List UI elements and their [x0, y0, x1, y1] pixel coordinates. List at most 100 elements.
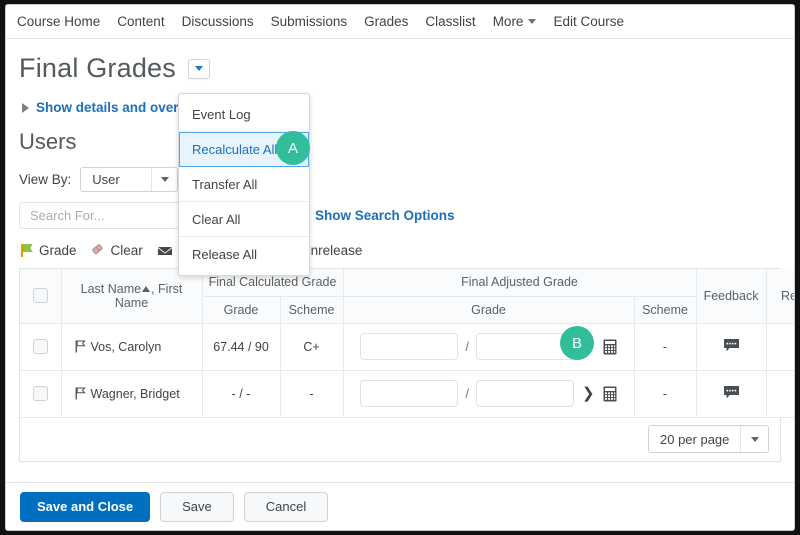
- footer-actions: Save and Close Save Cancel: [6, 482, 794, 530]
- page-title-row: Final Grades: [6, 39, 794, 84]
- select-all-checkbox[interactable]: [32, 288, 48, 304]
- calculated-scheme-cell: -: [280, 370, 344, 418]
- view-by-select[interactable]: User: [80, 167, 179, 192]
- cancel-button[interactable]: Cancel: [243, 491, 329, 522]
- course-navbar: Course Home Content Discussions Submissi…: [6, 5, 794, 39]
- view-by-row: View By: User: [6, 155, 794, 192]
- nav-course-home[interactable]: Course Home: [17, 14, 100, 29]
- nav-more-label: More: [492, 14, 524, 29]
- nav-edit-course-label: Edit Course: [553, 14, 624, 29]
- adjusted-scheme-cell: -: [634, 323, 697, 371]
- page-title: Final Grades: [19, 53, 176, 83]
- calculator-icon[interactable]: [603, 339, 617, 355]
- users-heading: Users: [19, 129, 77, 154]
- flag-icon[interactable]: [75, 340, 86, 353]
- nav-more[interactable]: More: [493, 14, 537, 29]
- grade-actions-toolbar: Grade Clear Email Release: [6, 229, 794, 258]
- calculated-scheme-column-header: Scheme: [280, 296, 344, 324]
- final-grades-dropdown-menu: Event Log Recalculate All Transfer All C…: [178, 93, 310, 276]
- nav-content-label: Content: [117, 14, 165, 29]
- flag-icon[interactable]: [75, 387, 86, 400]
- clear-action[interactable]: Clear: [91, 243, 143, 258]
- save-button[interactable]: Save: [160, 491, 234, 522]
- chevron-down-icon: [194, 66, 203, 71]
- sort-ascending-icon: [142, 285, 151, 292]
- calculated-scheme-cell: C+: [280, 323, 344, 371]
- event-log-menu-item[interactable]: Event Log: [179, 97, 309, 132]
- final-adjusted-grade-group-header: Final Adjusted Grade: [343, 269, 697, 297]
- select-divider: [740, 426, 741, 452]
- per-page-value: 20 per page: [660, 431, 730, 447]
- nav-classlist[interactable]: Classlist: [425, 14, 475, 29]
- final-grades-table: Last Name, First Name Final Calculated G…: [20, 269, 794, 418]
- browser-page: Course Home Content Discussions Submissi…: [5, 4, 795, 531]
- chevron-right-icon[interactable]: ❯: [580, 386, 597, 401]
- feedback-bubble-icon[interactable]: [723, 338, 740, 353]
- nav-grades-label: Grades: [364, 14, 409, 29]
- final-grades-table-wrapper: Last Name, First Name Final Calculated G…: [19, 268, 794, 418]
- feedback-bubble-icon[interactable]: [723, 385, 740, 400]
- grade-fraction-separator: /: [465, 339, 470, 354]
- select-all-header: [20, 269, 62, 324]
- chevron-down-icon: [528, 19, 537, 24]
- clear-action-label: Clear: [110, 243, 143, 258]
- final-grades-context-menu-button[interactable]: [187, 58, 210, 79]
- adjusted-grade-numerator-input[interactable]: [360, 380, 459, 407]
- adjusted-scheme-cell: -: [634, 370, 697, 418]
- feedback-column-header: Feedback: [696, 269, 767, 324]
- grade-action[interactable]: Grade: [20, 243, 77, 258]
- grade-fraction-separator: /: [465, 386, 470, 401]
- calculated-grade-cell: 67.44 / 90: [202, 323, 281, 371]
- name-column-header[interactable]: Last Name, First Name: [61, 269, 203, 324]
- nav-content[interactable]: Content: [117, 14, 164, 29]
- adjusted-scheme-column-header: Scheme: [634, 296, 697, 324]
- name-column-label: Last Name: [80, 281, 142, 296]
- table-body: Vos, Carolyn 67.44 / 90 C+ / ❯: [20, 323, 794, 418]
- adjusted-grade-denominator-input[interactable]: [476, 333, 575, 360]
- show-search-options-link[interactable]: Show Search Options: [315, 208, 455, 223]
- chevron-down-icon: [751, 437, 759, 442]
- student-name-label: Vos, Carolyn: [90, 339, 162, 354]
- feedback-cell: [696, 323, 767, 371]
- calculator-icon[interactable]: [603, 386, 617, 402]
- student-name-cell: Wagner, Bridget: [61, 370, 203, 418]
- nav-submissions-label: Submissions: [270, 14, 348, 29]
- annotation-badge-b: B: [560, 326, 594, 360]
- table-row: Wagner, Bridget - / - - / ❯ -: [20, 370, 794, 418]
- clear-all-menu-item[interactable]: Clear All: [179, 202, 309, 237]
- nav-course-home-label: Course Home: [17, 14, 101, 29]
- row-select-cell: [20, 323, 62, 371]
- select-divider: [151, 168, 153, 191]
- save-and-close-button[interactable]: Save and Close: [20, 491, 151, 522]
- per-page-select[interactable]: 20 per page: [648, 425, 769, 453]
- view-by-label: View By:: [19, 172, 72, 187]
- chevron-down-icon: [161, 177, 170, 182]
- adjusted-grade-denominator-input[interactable]: [476, 380, 575, 407]
- grade-action-label: Grade: [39, 243, 77, 258]
- table-header-group-row: Last Name, First Name Final Calculated G…: [20, 269, 794, 324]
- adjusted-grade-numerator-input[interactable]: [360, 333, 459, 360]
- triangle-right-icon: [22, 102, 29, 113]
- nav-submissions[interactable]: Submissions: [271, 14, 348, 29]
- release-all-menu-item[interactable]: Release All: [179, 237, 309, 272]
- nav-grades[interactable]: Grades: [364, 14, 408, 29]
- nav-discussions-label: Discussions: [181, 14, 254, 29]
- student-name-label: Wagner, Bridget: [90, 386, 180, 401]
- paging-row: 20 per page: [19, 417, 781, 462]
- feedback-cell: [696, 370, 767, 418]
- adjusted-grade-cell: / ❯: [343, 370, 635, 418]
- student-name-cell: Vos, Carolyn: [61, 323, 203, 371]
- released-cell: [766, 370, 794, 418]
- row-checkbox[interactable]: [32, 339, 48, 355]
- view-by-value: User: [92, 172, 120, 187]
- calculated-grade-cell: - / -: [202, 370, 281, 418]
- envelope-icon: [157, 247, 172, 255]
- table-header: Last Name, First Name Final Calculated G…: [20, 269, 794, 324]
- row-select-cell: [20, 370, 62, 418]
- show-details-toggle[interactable]: Show details and overall ...: [6, 84, 794, 115]
- nav-edit-course[interactable]: Edit Course: [553, 14, 624, 29]
- row-checkbox[interactable]: [32, 386, 48, 402]
- transfer-all-menu-item[interactable]: Transfer All: [179, 167, 309, 202]
- nav-discussions[interactable]: Discussions: [182, 14, 254, 29]
- eraser-icon: [91, 244, 102, 254]
